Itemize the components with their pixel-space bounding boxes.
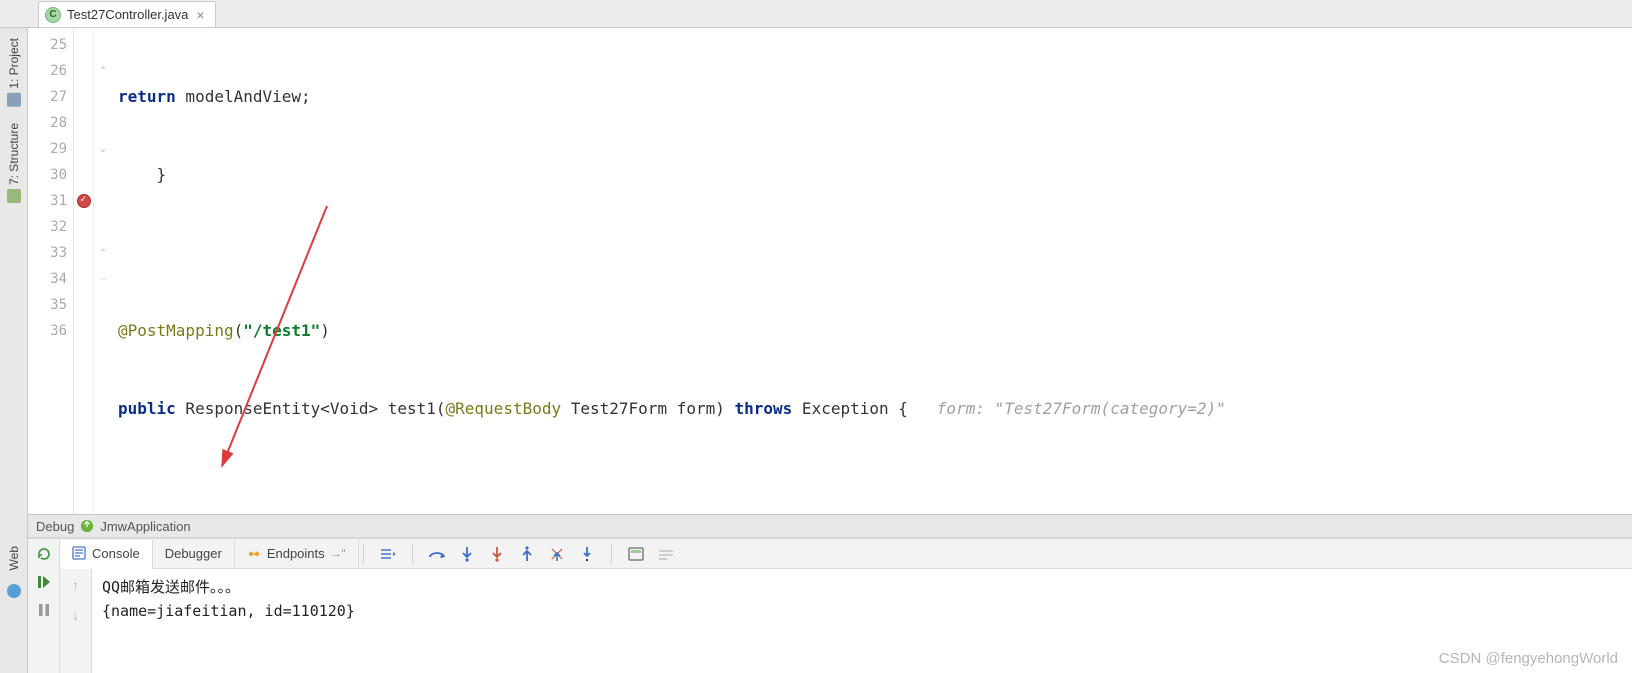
tab-console-label: Console [92, 546, 140, 561]
scroll-up-icon[interactable]: ↑ [72, 577, 79, 593]
console-output[interactable]: QQ邮箱发送邮件。。。{name=jiafeitian, id=110120} [92, 569, 1632, 673]
breakpoint-icon[interactable] [77, 194, 91, 208]
tab-endpoints-label: Endpoints [267, 546, 325, 561]
resume-button[interactable] [35, 573, 53, 591]
spring-boot-icon [80, 519, 94, 533]
pause-button[interactable] [35, 601, 53, 619]
left-tool-rail-bottom: Web [0, 540, 28, 673]
pin-icon[interactable]: →" [331, 548, 346, 560]
code-line: } [118, 162, 1632, 188]
show-execution-point-button[interactable] [378, 544, 398, 564]
project-icon [7, 93, 21, 107]
trace-button[interactable] [656, 544, 676, 564]
console-icon [72, 546, 86, 560]
structure-icon [7, 189, 21, 203]
java-class-icon: C [45, 7, 61, 23]
editor-tabbar: C Test27Controller.java × [0, 0, 1632, 28]
code-line [118, 240, 1632, 266]
breakpoint-gutter[interactable] [74, 28, 94, 514]
code-line [118, 474, 1632, 500]
tool-window-structure[interactable]: 7: Structure [7, 119, 21, 207]
step-out-button[interactable] [517, 544, 537, 564]
debug-step-toolbar [368, 544, 686, 564]
drop-frame-button[interactable] [547, 544, 567, 564]
tab-endpoints[interactable]: Endpoints →" [235, 539, 359, 568]
force-step-into-button[interactable] [487, 544, 507, 564]
step-into-button[interactable] [457, 544, 477, 564]
tool-window-web[interactable]: Web [7, 546, 21, 570]
rerun-button[interactable] [35, 545, 53, 563]
file-tab-label: Test27Controller.java [67, 7, 188, 22]
code-line: return modelAndView; [118, 84, 1632, 110]
fold-gutter[interactable]: ⌃ ⌄ ⌃─ [94, 28, 112, 514]
step-over-button[interactable] [427, 544, 447, 564]
evaluate-expression-button[interactable] [626, 544, 646, 564]
code-editor[interactable]: 25262728 29303132 33343536 ⌃ ⌄ ⌃─ [28, 28, 1632, 514]
debug-tabs: Console Debugger Endpoints →" [60, 539, 1632, 569]
debug-header-label: Debug [36, 519, 74, 534]
line-number-gutter: 25262728 29303132 33343536 [28, 28, 74, 514]
web-icon [7, 584, 21, 598]
tool-window-project-label: 1: Project [7, 38, 21, 89]
inline-hint: form: "Test27Form(category=2)" [937, 396, 1226, 422]
file-tab[interactable]: C Test27Controller.java × [38, 1, 216, 27]
tab-console[interactable]: Console [60, 540, 153, 569]
close-icon[interactable]: × [194, 8, 206, 22]
tool-window-project[interactable]: 1: Project [7, 34, 21, 111]
debug-toolwindow-header[interactable]: Debug JmwApplication [28, 514, 1632, 538]
console-line: {name=jiafeitian, id=110120} [102, 599, 1622, 623]
console-line: QQ邮箱发送邮件。。。 [102, 575, 1622, 599]
tab-debugger[interactable]: Debugger [153, 539, 235, 568]
run-to-cursor-button[interactable] [577, 544, 597, 564]
code-line: @PostMapping("/test1") [118, 318, 1632, 344]
tool-window-structure-label: 7: Structure [7, 123, 21, 185]
debug-side-toolbar [28, 539, 60, 673]
endpoints-icon [247, 547, 261, 561]
scroll-down-icon[interactable]: ↓ [72, 607, 79, 623]
tab-debugger-label: Debugger [165, 546, 222, 561]
code-area[interactable]: return modelAndView; } @PostMapping("/te… [112, 28, 1632, 514]
code-line: public ResponseEntity<Void> test1(@Reque… [118, 396, 1632, 422]
debug-config-name: JmwApplication [100, 519, 190, 534]
debug-panel: Console Debugger Endpoints →" [28, 538, 1632, 673]
watermark: CSDN @fengyehongWorld [1439, 650, 1618, 667]
console-gutter: ↑ ↓ [60, 569, 92, 673]
